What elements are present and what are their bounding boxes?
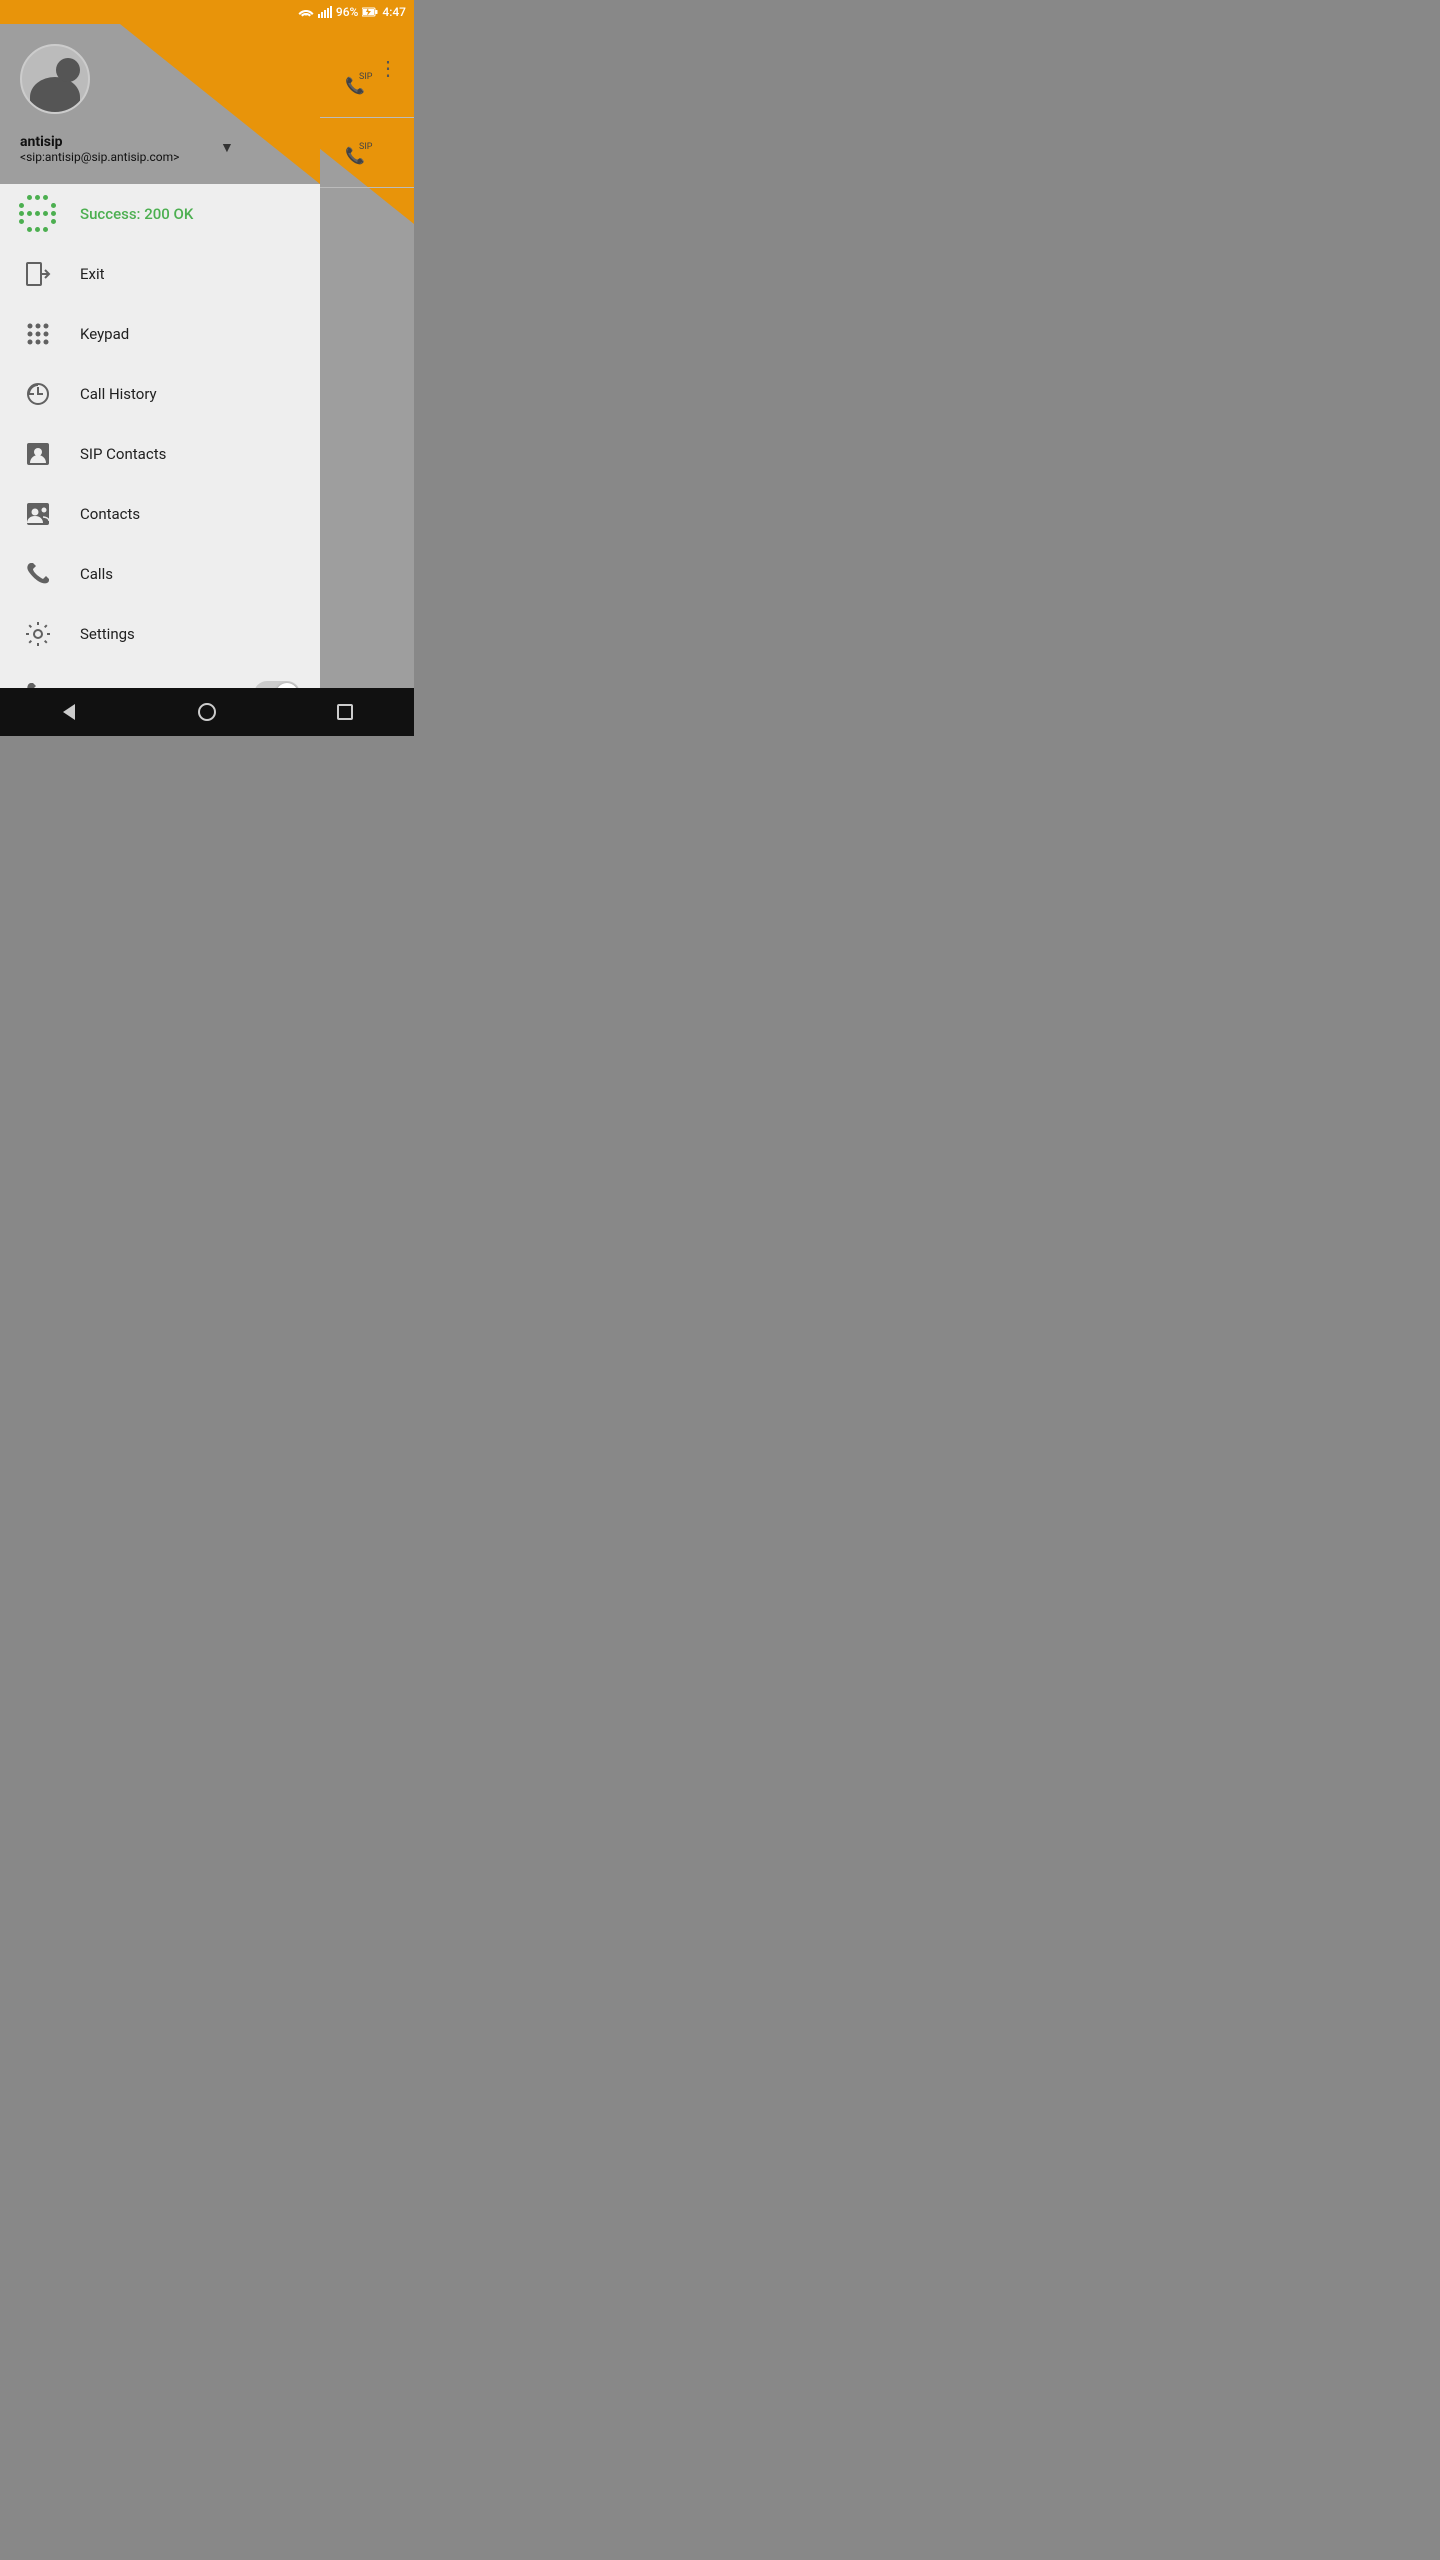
contacts-icon [20, 496, 56, 532]
user-name: antisip [20, 134, 179, 150]
menu-item-contacts[interactable]: Contacts [0, 484, 320, 544]
chevron-down-icon[interactable]: ▼ [220, 139, 234, 156]
recent-apps-icon [335, 702, 355, 722]
menu-item-exit[interactable]: Exit [0, 244, 320, 304]
status-icons: 96% 4:47 [298, 5, 406, 19]
recent-apps-button[interactable] [315, 692, 375, 732]
contacts-label: Contacts [80, 505, 140, 523]
keypad-icon [20, 316, 56, 352]
drawer-header: antisip <sip:antisip@sip.antisip.com> ▼ [0, 24, 320, 184]
settings-icon [20, 616, 56, 652]
exit-label: Exit [80, 265, 105, 283]
battery-percentage: 96% [336, 5, 358, 19]
clock: 4:47 [382, 5, 406, 19]
user-sip: <sip:antisip@sip.antisip.com> [20, 150, 179, 164]
avatar-body [30, 77, 80, 114]
call-history-label: Call History [80, 385, 157, 403]
sip-icon-row-2: 📞 SIP [304, 118, 414, 188]
sip-contacts-label: SIP Contacts [80, 445, 166, 463]
automatic-answer-toggle[interactable] [254, 681, 300, 688]
overflow-menu-button[interactable]: ⋮ [370, 48, 406, 88]
keypad-label: Keypad [80, 325, 129, 343]
calls-label: Calls [80, 565, 113, 583]
menu-item-call-history[interactable]: Call History [0, 364, 320, 424]
menu-item-success[interactable]: Success: 200 OK [0, 184, 320, 244]
call-history-icon [20, 376, 56, 412]
avatar-container [20, 44, 90, 114]
back-button[interactable] [39, 692, 99, 732]
success-label: Success: 200 OK [80, 205, 193, 223]
avatar [20, 44, 90, 114]
exit-icon [20, 256, 56, 292]
battery-icon [362, 7, 378, 17]
avatar-head [56, 58, 80, 82]
menu-item-keypad[interactable]: Keypad [0, 304, 320, 364]
menu-item-sip-contacts[interactable]: SIP Contacts [0, 424, 320, 484]
user-info: antisip <sip:antisip@sip.antisip.com> [20, 134, 179, 164]
sip-contacts-icon [20, 436, 56, 472]
signal-icon [318, 6, 332, 18]
calls-icon [20, 556, 56, 592]
home-button[interactable] [177, 692, 237, 732]
success-icon [20, 196, 56, 232]
dots-grid [19, 195, 57, 233]
automatic-answer-icon [20, 676, 56, 688]
home-icon [197, 702, 217, 722]
menu-item-automatic-answer[interactable]: Automatic Answer [0, 664, 320, 688]
back-icon [59, 702, 79, 722]
settings-label: Settings [80, 625, 135, 643]
svg-text:SIP: SIP [359, 142, 373, 152]
menu-item-settings[interactable]: Settings [0, 604, 320, 664]
navigation-drawer: antisip <sip:antisip@sip.antisip.com> ▼ … [0, 24, 320, 688]
wifi-icon [298, 6, 314, 18]
bottom-navigation [0, 688, 414, 736]
sip-phone-icon-2: 📞 SIP [343, 137, 375, 169]
menu-item-calls[interactable]: Calls [0, 544, 320, 604]
status-bar: 96% 4:47 [0, 0, 414, 24]
